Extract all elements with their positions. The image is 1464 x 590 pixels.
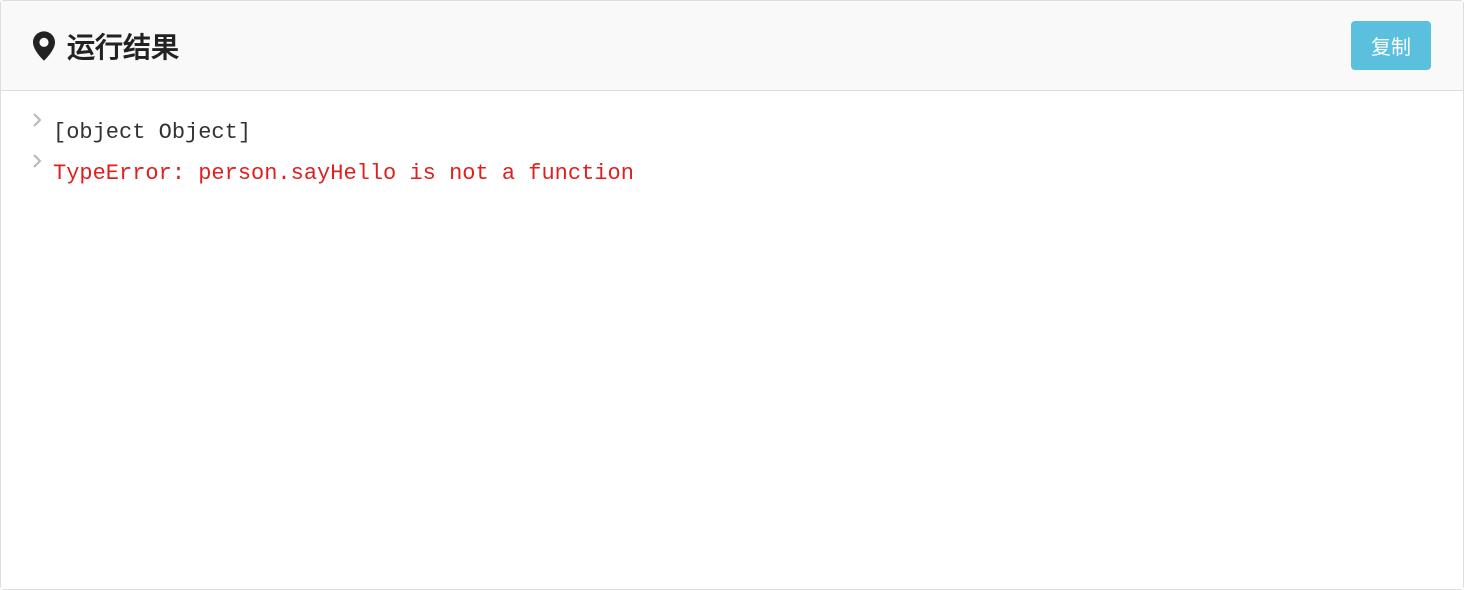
map-marker-icon: [33, 31, 55, 61]
output-error-text: TypeError: person.sayHello is not a func…: [53, 154, 634, 195]
output-text: [object Object]: [53, 113, 251, 154]
result-panel: 运行结果 复制 [object Object] TypeError: perso…: [0, 0, 1464, 590]
result-panel-header: 运行结果 复制: [1, 1, 1463, 91]
output-line: [object Object]: [31, 113, 1433, 154]
copy-button[interactable]: 复制: [1351, 21, 1431, 70]
result-output-area: [object Object] TypeError: person.sayHel…: [1, 91, 1463, 589]
output-line: TypeError: person.sayHello is not a func…: [31, 154, 1433, 195]
chevron-right-icon: [31, 113, 43, 127]
panel-title: 运行结果: [67, 26, 179, 66]
chevron-right-icon: [31, 154, 43, 168]
panel-title-group: 运行结果: [33, 26, 179, 66]
